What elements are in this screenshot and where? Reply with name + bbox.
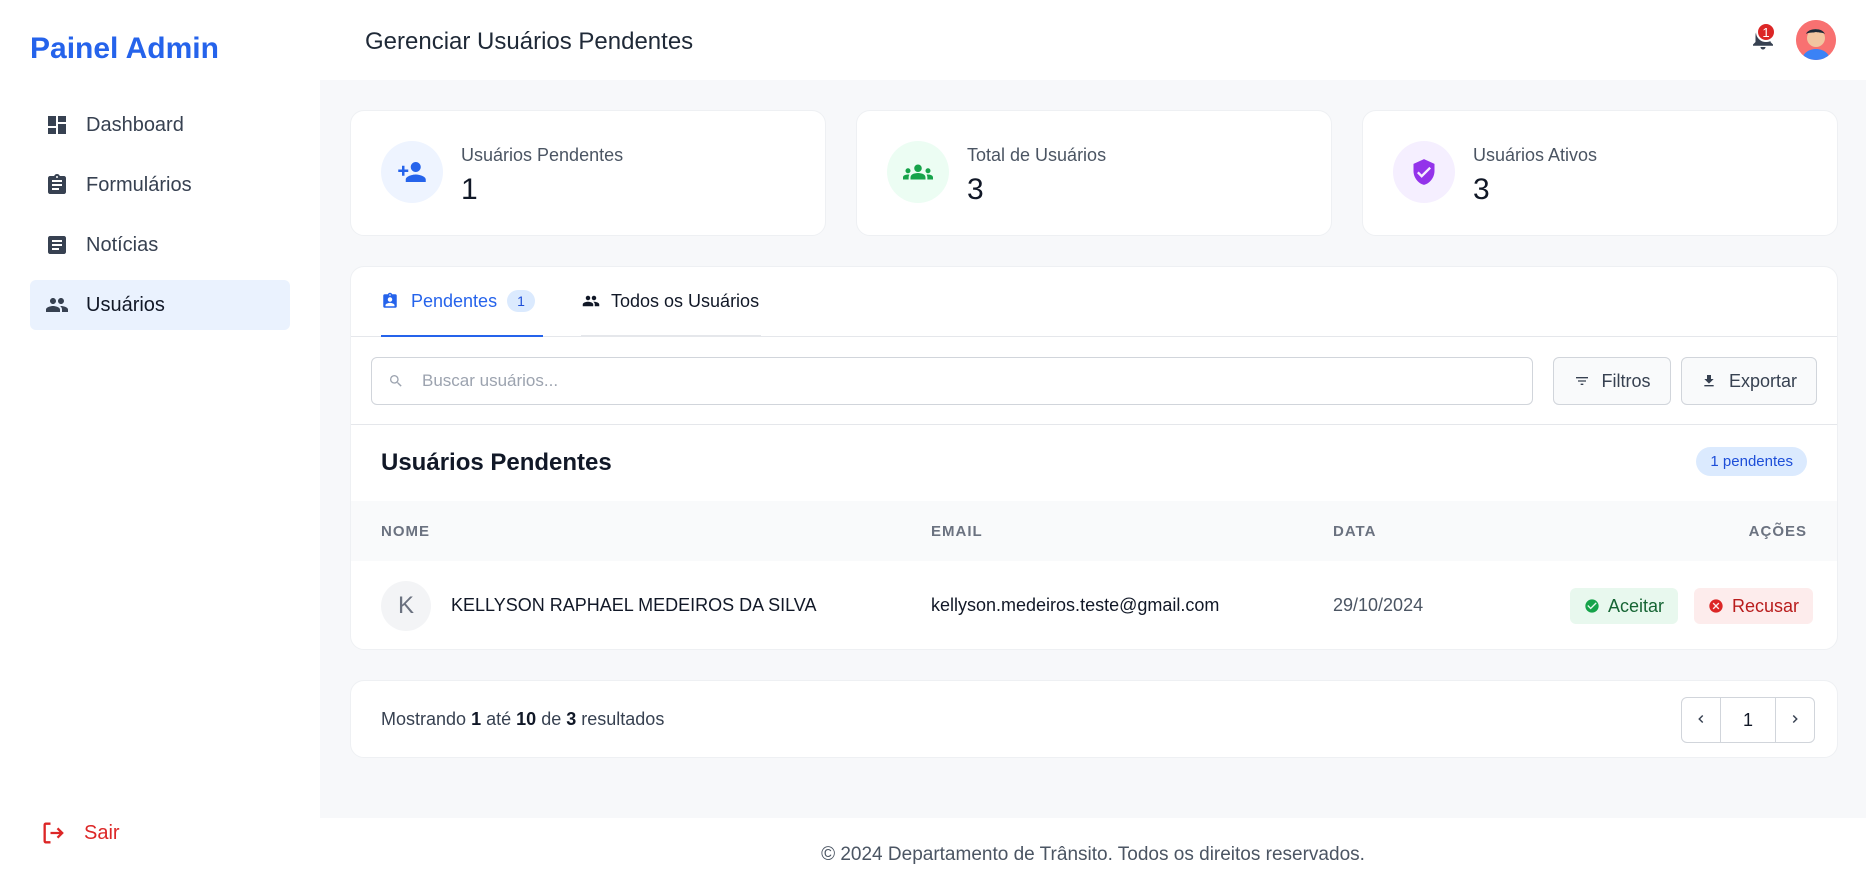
stat-value: 3 [967, 173, 984, 206]
add-user-icon [381, 141, 443, 203]
verified-shield-icon [1393, 141, 1455, 203]
notification-badge: 1 [1756, 22, 1776, 42]
users-icon [42, 290, 72, 320]
cancel-circle-icon [1708, 598, 1724, 614]
user-date: 29/10/2024 [1333, 595, 1424, 615]
export-label: Exportar [1728, 370, 1798, 391]
group-icon [887, 141, 949, 203]
sidebar-item-label: Dashboard [86, 113, 184, 136]
column-header-name: NOME [381, 523, 430, 540]
sidebar-item-dashboard[interactable]: Dashboard [30, 100, 290, 150]
pending-count-badge: 1 pendentes [1696, 447, 1807, 476]
pagination-suffix: resultados [581, 709, 665, 729]
pagination-total: 3 [566, 709, 577, 729]
column-header-actions: AÇÕES [1748, 523, 1807, 540]
export-button[interactable]: Exportar [1681, 357, 1817, 405]
reject-label: Recusar [1732, 595, 1800, 616]
sidebar: Painel Admin Dashboard Formulários Notíc… [0, 0, 320, 888]
table-row: K KELLYSON RAPHAEL MEDEIROS DA SILVA kel… [351, 561, 1837, 649]
sidebar-item-label: Notícias [86, 233, 159, 256]
footer: © 2024 Departamento de Trânsito. Todos o… [320, 818, 1866, 888]
check-circle-icon [1584, 598, 1600, 614]
stat-value: 3 [1473, 173, 1490, 206]
accept-label: Aceitar [1608, 595, 1665, 616]
tab-count-badge: 1 [507, 290, 535, 312]
tab-label: Todos os Usuários [611, 290, 760, 311]
brand-title: Painel Admin [30, 32, 219, 65]
users-panel: Pendentes 1 Todos os Usuários Filtros [350, 266, 1838, 650]
chevron-right-icon [1788, 710, 1802, 731]
pagination-to: 10 [516, 709, 537, 729]
footer-copyright: © 2024 Departamento de Trânsito. Todos o… [821, 844, 1365, 865]
article-icon [42, 230, 72, 260]
search-icon [388, 371, 408, 391]
list-title: Usuários Pendentes [381, 449, 612, 476]
stat-card-pending: Usuários Pendentes 1 [350, 110, 826, 236]
page-button-current[interactable]: 1 [1720, 697, 1776, 743]
column-header-email: EMAIL [931, 523, 983, 540]
reject-button[interactable]: Recusar [1694, 588, 1814, 624]
logout-button[interactable]: Sair [40, 818, 120, 848]
pagination-of-word: de [541, 709, 562, 729]
logout-label: Sair [84, 821, 120, 844]
stat-label: Usuários Ativos [1473, 145, 1598, 165]
stat-label: Total de Usuários [967, 145, 1107, 165]
table-header: NOME EMAIL DATA AÇÕES [351, 501, 1837, 561]
prev-page-button[interactable] [1681, 697, 1721, 743]
search-box [371, 357, 1533, 405]
chevron-left-icon [1694, 710, 1708, 731]
filters-label: Filtros [1601, 370, 1651, 391]
users-icon [581, 291, 601, 311]
page-title: Gerenciar Usuários Pendentes [365, 28, 694, 55]
pagination-bar: Mostrando 1 até 10 de 3 resultados 1 [350, 680, 1838, 758]
download-icon [1701, 372, 1719, 390]
user-email: kellyson.medeiros.teste@gmail.com [931, 595, 1220, 615]
sidebar-item-label: Usuários [86, 293, 165, 316]
list-header: Usuários Pendentes 1 pendentes [351, 425, 1837, 501]
pagination-summary: Mostrando 1 até 10 de 3 resultados [381, 709, 664, 730]
sidebar-item-forms[interactable]: Formulários [30, 160, 290, 210]
pagination-to-word: até [486, 709, 512, 729]
sidebar-item-users[interactable]: Usuários [30, 280, 290, 330]
filter-icon [1574, 372, 1592, 390]
tab-label: Pendentes [411, 290, 498, 311]
pagination-from: 1 [471, 709, 482, 729]
logout-icon [40, 818, 70, 848]
top-header: Gerenciar Usuários Pendentes [320, 0, 1866, 80]
stat-label: Usuários Pendentes [461, 145, 624, 165]
next-page-button[interactable] [1775, 697, 1815, 743]
sidebar-item-news[interactable]: Notícias [30, 220, 290, 270]
avatar[interactable] [1796, 20, 1836, 60]
tab-bar: Pendentes 1 Todos os Usuários [351, 267, 1837, 337]
sidebar-item-label: Formulários [86, 173, 192, 196]
toolbar: Filtros Exportar [351, 337, 1837, 425]
tab-all-users[interactable]: Todos os Usuários [581, 267, 761, 337]
column-header-date: DATA [1333, 523, 1377, 540]
clipboard-icon [42, 170, 72, 200]
filters-button[interactable]: Filtros [1553, 357, 1671, 405]
stat-card-active: Usuários Ativos 3 [1362, 110, 1838, 236]
accept-button[interactable]: Aceitar [1570, 588, 1679, 624]
tab-pending[interactable]: Pendentes 1 [381, 267, 543, 337]
stat-value: 1 [461, 173, 478, 206]
search-input[interactable] [422, 371, 1522, 391]
user-initial-avatar: K [381, 581, 431, 631]
dashboard-icon [42, 110, 72, 140]
stat-card-total: Total de Usuários 3 [856, 110, 1332, 236]
user-name: KELLYSON RAPHAEL MEDEIROS DA SILVA [451, 595, 817, 615]
assignment-ind-icon [381, 291, 401, 311]
pagination-prefix: Mostrando [381, 709, 467, 729]
sidebar-nav: Dashboard Formulários Notícias Usuários [30, 100, 290, 340]
